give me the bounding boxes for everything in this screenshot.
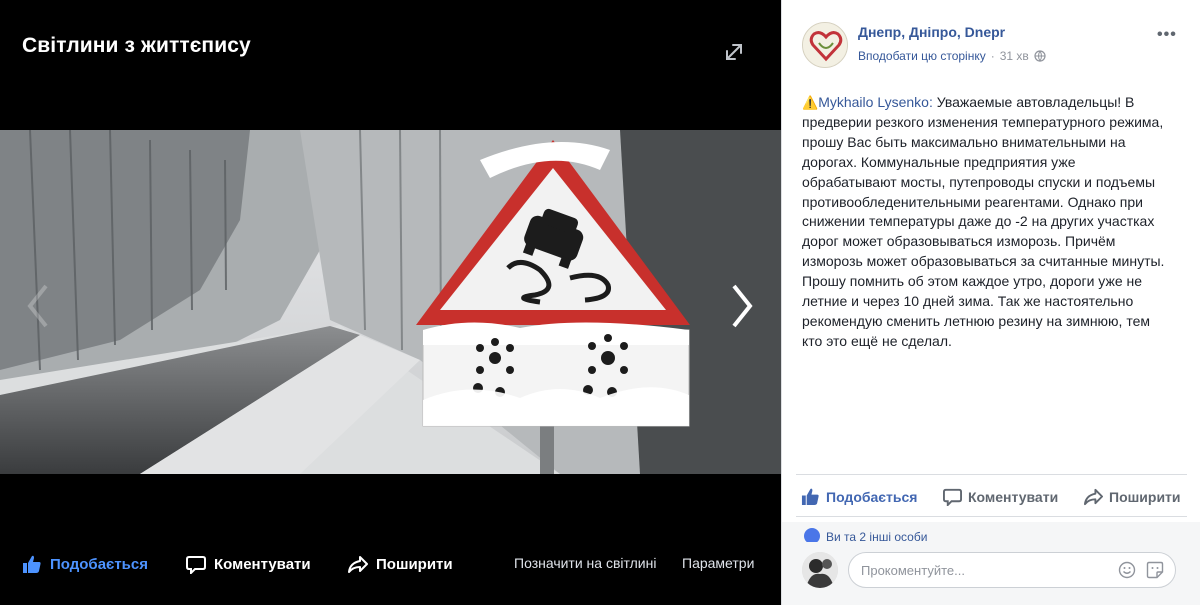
post-action-bar: Подобається Коментувати Поширити [782,484,1200,510]
viewer-like-label: Подобається [50,555,148,573]
meta-separator: · [990,49,995,63]
post-menu-icon[interactable]: ••• [1157,26,1177,44]
next-photo-icon[interactable] [724,280,760,332]
post-panel: Днепр, Дніпро, Dnepr Вподобати цю сторін… [781,0,1200,605]
post-comment-label: Коментувати [968,488,1059,505]
photo-options-link[interactable]: Параметри [682,555,754,571]
thumbs-up-icon [22,554,42,574]
author-link[interactable]: Mykhailo Lysenko: [818,94,933,110]
comment-icon [943,487,962,508]
viewer-comment-button[interactable]: Коментувати [186,554,311,576]
post-share-label: Поширити [1109,488,1181,505]
user-avatar[interactable] [802,552,838,588]
sticker-icon[interactable] [1146,561,1164,579]
viewer-share-label: Поширити [376,555,453,573]
page-avatar[interactable] [802,22,848,68]
comment-composer [782,542,1200,605]
post-share-button[interactable]: Поширити [1084,487,1181,506]
album-title: Світлини з життєпису [22,34,251,57]
post-meta: Вподобати цю сторінку · 31 хв [858,49,1046,63]
globe-icon [1034,50,1046,62]
thumbs-up-icon [801,487,820,506]
divider [796,474,1187,475]
like-page-link[interactable]: Вподобати цю сторінку [858,49,986,63]
reactions-summary: Ви та 2 інші особи [782,522,1200,542]
viewer-share-button[interactable]: Поширити [348,554,453,574]
page-name-link[interactable]: Днепр, Дніпро, Dnepr [858,24,1005,40]
tag-photo-link[interactable]: Позначити на світлині [514,555,656,571]
post-comment-button[interactable]: Коментувати [943,487,1059,508]
photo-viewer: Світлини з життєпису Подобається Коменту… [0,0,781,605]
post-like-button[interactable]: Подобається [801,487,917,506]
share-icon [1084,487,1103,506]
viewer-comment-label: Коментувати [214,555,311,573]
reactions-text[interactable]: Ви та 2 інші особи [826,530,927,542]
previous-photo-icon[interactable] [20,280,56,332]
share-icon [348,554,368,574]
like-reaction-icon [804,528,820,542]
post-time[interactable]: 31 хв [1000,49,1029,63]
post-photo [0,130,781,474]
viewer-like-button[interactable]: Подобається [22,554,148,574]
post-like-label: Подобається [826,488,918,505]
emoji-icon[interactable] [1118,561,1136,579]
warning-icon: ⚠️ [802,95,819,110]
viewer-action-bar: Подобається Коментувати Поширити Позначи… [0,548,781,580]
divider [796,516,1187,517]
comment-icon [186,554,206,576]
post-body: Уважаемые автовладельцы! В предверии рез… [802,94,1165,349]
expand-icon[interactable] [722,40,746,64]
post-text: ⚠️Mykhailo Lysenko: Уважаемые автовладел… [802,93,1174,352]
